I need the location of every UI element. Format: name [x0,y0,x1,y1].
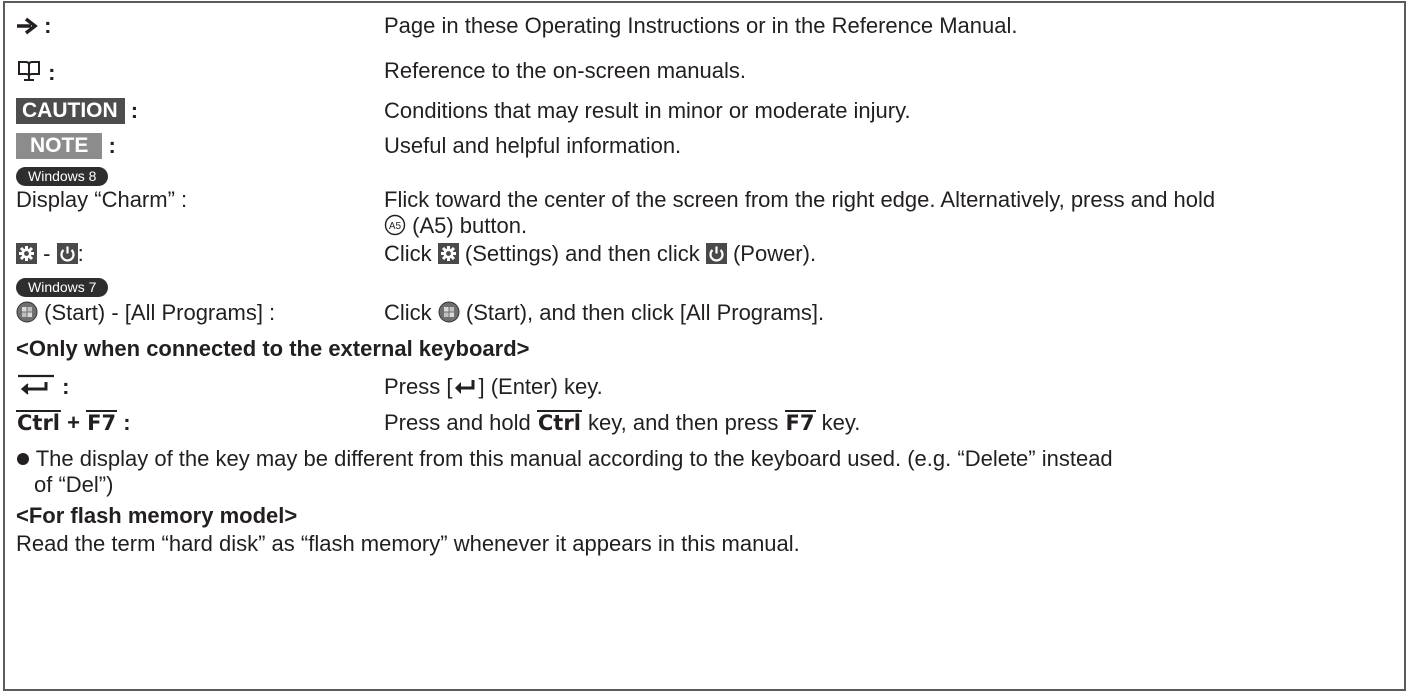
f7-key: F7 [784,410,816,435]
charm-desc-line2-wrap: A5 (A5) button. [384,213,527,239]
manual-convention-desc: Reference to the on-screen manuals. [384,58,746,83]
flash-memory-heading: <For flash memory model> [16,503,298,528]
arrow-right-icon [16,13,44,38]
ctrl-f7-desc: Press and hold Ctrl key, and then press … [384,410,861,435]
windows8-pill: Windows 8 [16,167,109,186]
charm-desc-line1: Flick toward the center of the screen fr… [384,187,1216,212]
f7-key: F7 [86,410,118,435]
a5-button-icon: A5 [384,213,412,238]
enter-key-desc: Press [] (Enter) key. [384,374,603,399]
caution-badge: CAUTION [16,98,125,124]
note-convention-desc: Useful and helpful information. [384,133,682,158]
windows7-pill-row: Windows 7 [16,275,109,297]
settings-gear-icon [16,243,37,264]
caution-convention-desc: Conditions that may result in minor or m… [384,98,911,123]
key-display-note-line2: of “Del”) [34,472,114,497]
power-icon [705,243,727,264]
settings-gear-icon [437,243,459,264]
note-badge: NOTE [16,133,103,159]
windows-start-orb-icon [16,300,44,325]
windows7-pill: Windows 7 [16,278,109,297]
settings-power-label: - : [16,241,84,267]
ctrl-key: Ctrl [16,410,62,435]
key-display-note-line1: The display of the key may be different … [16,446,1113,472]
enter-key-icon [16,374,62,399]
external-keyboard-heading: <Only when connected to the external key… [16,336,530,361]
svg-text:A5: A5 [389,221,402,232]
caution-convention-label: CAUTION : [16,98,138,124]
arrow-convention-label: : [16,13,51,39]
enter-key-icon [452,374,478,399]
bullet-dot-icon [16,446,36,471]
power-icon [56,243,78,264]
settings-power-desc: Click (Settings) and then click (Power). [384,241,817,266]
note-convention-label: NOTE : [16,133,116,159]
windows-start-orb-icon [438,300,466,325]
ctrl-key: Ctrl [536,410,582,435]
windows8-pill-row: Windows 8 [16,164,109,186]
start-desc: Click (Start), and then click [All Progr… [384,300,825,325]
manual-convention-label: : [16,58,55,86]
start-label: (Start) - [All Programs] : [16,300,275,326]
charm-label: Display “Charm” : [16,187,188,212]
flash-memory-text: Read the term “hard disk” as “flash memo… [16,531,800,556]
book-monitor-icon [16,60,48,85]
enter-key-label: : [16,374,69,400]
ctrl-f7-label: Ctrl + F7 : [16,410,131,435]
arrow-convention-desc: Page in these Operating Instructions or … [384,13,1018,38]
